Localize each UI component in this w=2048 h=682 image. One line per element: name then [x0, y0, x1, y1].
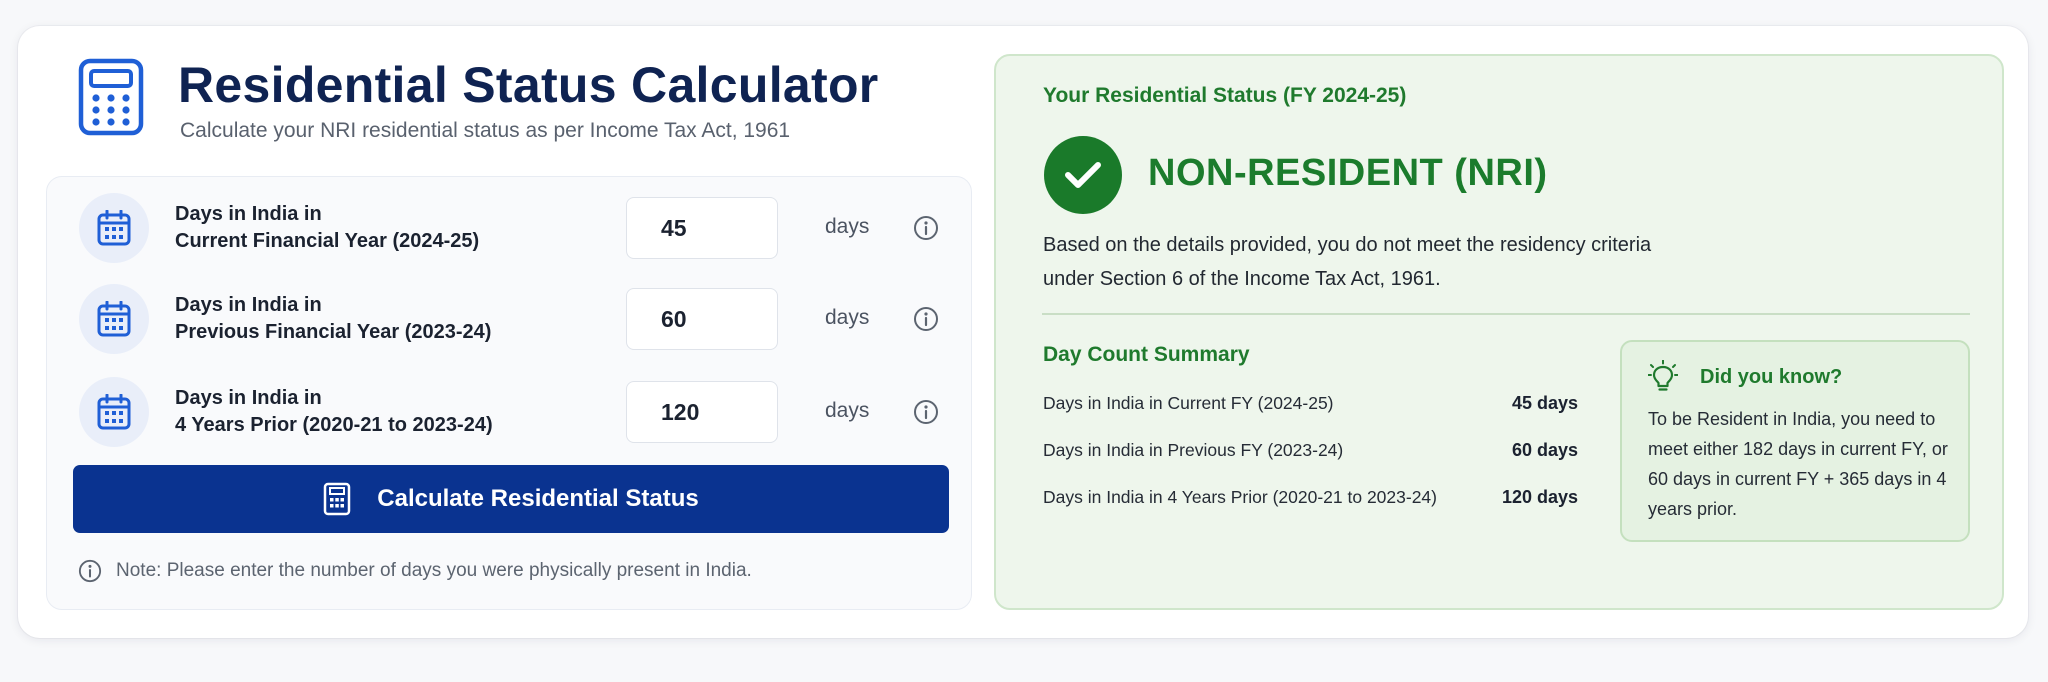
calendar-icon: [79, 193, 149, 263]
info-icon[interactable]: [913, 306, 939, 332]
calculate-button-label: Calculate Residential Status: [377, 485, 699, 512]
unit-label: days: [825, 215, 870, 238]
calculator-icon: [324, 482, 351, 516]
result-heading: Your Residential Status (FY 2024-25): [1043, 84, 1407, 107]
input-row-current-fy: Days in India in Current Financial Year …: [47, 183, 973, 273]
calculate-button[interactable]: Calculate Residential Status: [73, 465, 949, 533]
status-description: Based on the details provided, you do no…: [1043, 234, 1652, 290]
calendar-icon: [79, 284, 149, 354]
page-subtitle: Calculate your NRI residential status as…: [180, 119, 791, 142]
note-text: Note: Please enter the number of days yo…: [116, 560, 752, 581]
input-row-previous-fy: Days in India in Previous Financial Year…: [47, 274, 973, 364]
divider: [1042, 313, 1970, 315]
unit-label: days: [825, 306, 870, 329]
summary-row: Days in India in Current FY (2024-25) 45…: [1043, 393, 1578, 413]
input-label: Days in India in 4 Years Prior (2020-21 …: [175, 387, 493, 436]
note: Note: Please enter the number of days yo…: [78, 559, 752, 583]
summary-row: Days in India in Previous FY (2023-24) 6…: [1043, 440, 1578, 460]
input-label: Days in India in Previous Financial Year…: [175, 294, 492, 343]
previous-fy-days-input[interactable]: [626, 288, 778, 350]
info-icon[interactable]: [913, 399, 939, 425]
summary-heading: Day Count Summary: [1043, 343, 1250, 366]
input-panel: Days in India in Current Financial Year …: [46, 176, 972, 610]
tip-title: Did you know?: [1700, 366, 1843, 388]
unit-label: days: [825, 399, 870, 422]
summary-row: Days in India in 4 Years Prior (2020-21 …: [1043, 487, 1578, 507]
info-icon[interactable]: [913, 215, 939, 241]
lightbulb-icon: [1648, 360, 1678, 391]
calendar-icon: [79, 377, 149, 447]
status-badge: NON-RESIDENT (NRI): [1148, 152, 1548, 194]
check-circle-icon: [1044, 136, 1122, 214]
page-title: Residential Status Calculator: [178, 57, 879, 113]
tip-box: Did you know? To be Resident in India, y…: [1620, 340, 1970, 542]
four-years-prior-days-input[interactable]: [626, 381, 778, 443]
input-row-four-years-prior: Days in India in 4 Years Prior (2020-21 …: [47, 367, 973, 457]
calculator-icon: [78, 58, 144, 136]
current-fy-days-input[interactable]: [626, 197, 778, 259]
input-label: Days in India in Current Financial Year …: [175, 203, 480, 252]
tip-text: To be Resident in India, you need to mee…: [1648, 409, 1948, 519]
info-icon: [78, 559, 102, 583]
